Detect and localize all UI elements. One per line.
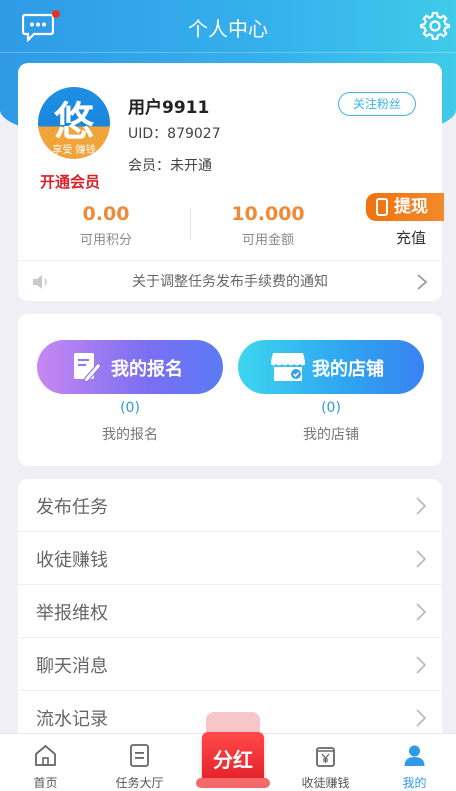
header-divider xyxy=(0,52,456,53)
envelope-base xyxy=(196,778,270,788)
my-shop-button[interactable]: 我的店铺 xyxy=(238,340,424,394)
chevron-right-icon xyxy=(416,709,427,727)
menu-item-label: 收徒赚钱 xyxy=(36,550,108,571)
balance-value: 10.000 xyxy=(231,203,305,225)
avatar-slogan: 享受 赚钱 xyxy=(52,145,96,156)
menu-item-label: 流水记录 xyxy=(36,709,108,730)
document-list-icon xyxy=(130,744,149,767)
dividend-button[interactable]: 分红 xyxy=(196,712,270,790)
my-shop-label: 我的店铺 xyxy=(312,359,384,380)
gear-icon[interactable] xyxy=(420,10,450,40)
avatar-logo: 悠 xyxy=(54,98,94,145)
chevron-right-icon xyxy=(416,656,427,674)
chevron-right-icon xyxy=(416,497,427,515)
home-icon xyxy=(35,744,56,766)
recharge-link[interactable]: 充值 xyxy=(396,227,426,248)
notice-text[interactable]: 关于调整任务发布手续费的通知 xyxy=(18,271,442,291)
user-id: UID：879027 xyxy=(128,126,221,142)
points-stat[interactable]: 0.00 可用积分 xyxy=(36,203,176,248)
profile-card: 悠 享受 赚钱 开通会员 用户9911 UID：879027 会员：未开通 关注… xyxy=(18,63,444,301)
user-icon xyxy=(404,745,425,766)
balance-label: 可用金额 xyxy=(241,233,294,248)
red-envelope-icon: 分红 xyxy=(202,732,264,784)
menu-list: 发布任务 收徒赚钱 举报维权 聊天消息 流水记录 xyxy=(18,479,442,749)
withdraw-button[interactable]: 提现 xyxy=(366,193,444,221)
menu-item-chat[interactable]: 聊天消息 xyxy=(18,638,442,691)
shop-count: (0) xyxy=(321,400,341,416)
menu-item-label: 举报维权 xyxy=(36,603,108,624)
shop-icon xyxy=(271,353,305,381)
my-signups-label: 我的报名 xyxy=(111,359,183,380)
chevron-right-icon xyxy=(417,274,428,290)
menu-item-publish-task[interactable]: 发布任务 xyxy=(18,479,442,532)
tab-recruit-label: 收徒赚钱 xyxy=(301,776,350,790)
page-title: 个人中心 xyxy=(188,17,268,41)
tab-task-hall-label: 任务大厅 xyxy=(115,776,164,790)
follow-fans-button[interactable]: 关注粉丝 xyxy=(338,92,416,116)
yen-bag-icon xyxy=(316,747,335,767)
menu-item-label: 聊天消息 xyxy=(36,656,108,677)
withdraw-label: 提现 xyxy=(394,197,428,217)
tab-task-hall[interactable]: 任务大厅 xyxy=(94,734,185,791)
tab-mine[interactable]: 我的 xyxy=(369,734,456,791)
edit-document-icon xyxy=(74,353,102,383)
balance-stat[interactable]: 10.000 可用金额 xyxy=(198,203,338,248)
my-signups-button[interactable]: 我的报名 xyxy=(37,340,223,394)
signup-caption: 我的报名 xyxy=(102,427,158,443)
points-value: 0.00 xyxy=(82,203,130,225)
stat-divider xyxy=(190,209,191,239)
menu-item-recruit-earn[interactable]: 收徒赚钱 xyxy=(18,532,442,585)
notice-divider xyxy=(18,260,442,261)
tab-home-label: 首页 xyxy=(33,776,58,790)
quick-actions-card: 我的报名 我的店铺 (0) 我的报名 (0) 我的店铺 xyxy=(18,314,442,466)
tab-home[interactable]: 首页 xyxy=(0,734,91,791)
membership-status: 会员：未开通 xyxy=(128,158,212,174)
phone-icon xyxy=(376,198,388,216)
points-label: 可用积分 xyxy=(79,233,132,248)
signup-count: (0) xyxy=(120,400,140,416)
chevron-right-icon xyxy=(416,550,427,568)
avatar[interactable]: 悠 享受 赚钱 xyxy=(38,87,110,159)
dividend-label: 分红 xyxy=(213,748,253,772)
menu-item-label: 发布任务 xyxy=(36,497,108,518)
tab-recruit[interactable]: 收徒赚钱 xyxy=(280,734,371,791)
menu-item-report[interactable]: 举报维权 xyxy=(18,585,442,638)
chevron-right-icon xyxy=(416,603,427,621)
shop-caption: 我的店铺 xyxy=(303,427,359,443)
username: 用户9911 xyxy=(128,98,210,118)
open-vip-link[interactable]: 开通会员 xyxy=(40,171,100,192)
tab-mine-label: 我的 xyxy=(402,776,427,790)
